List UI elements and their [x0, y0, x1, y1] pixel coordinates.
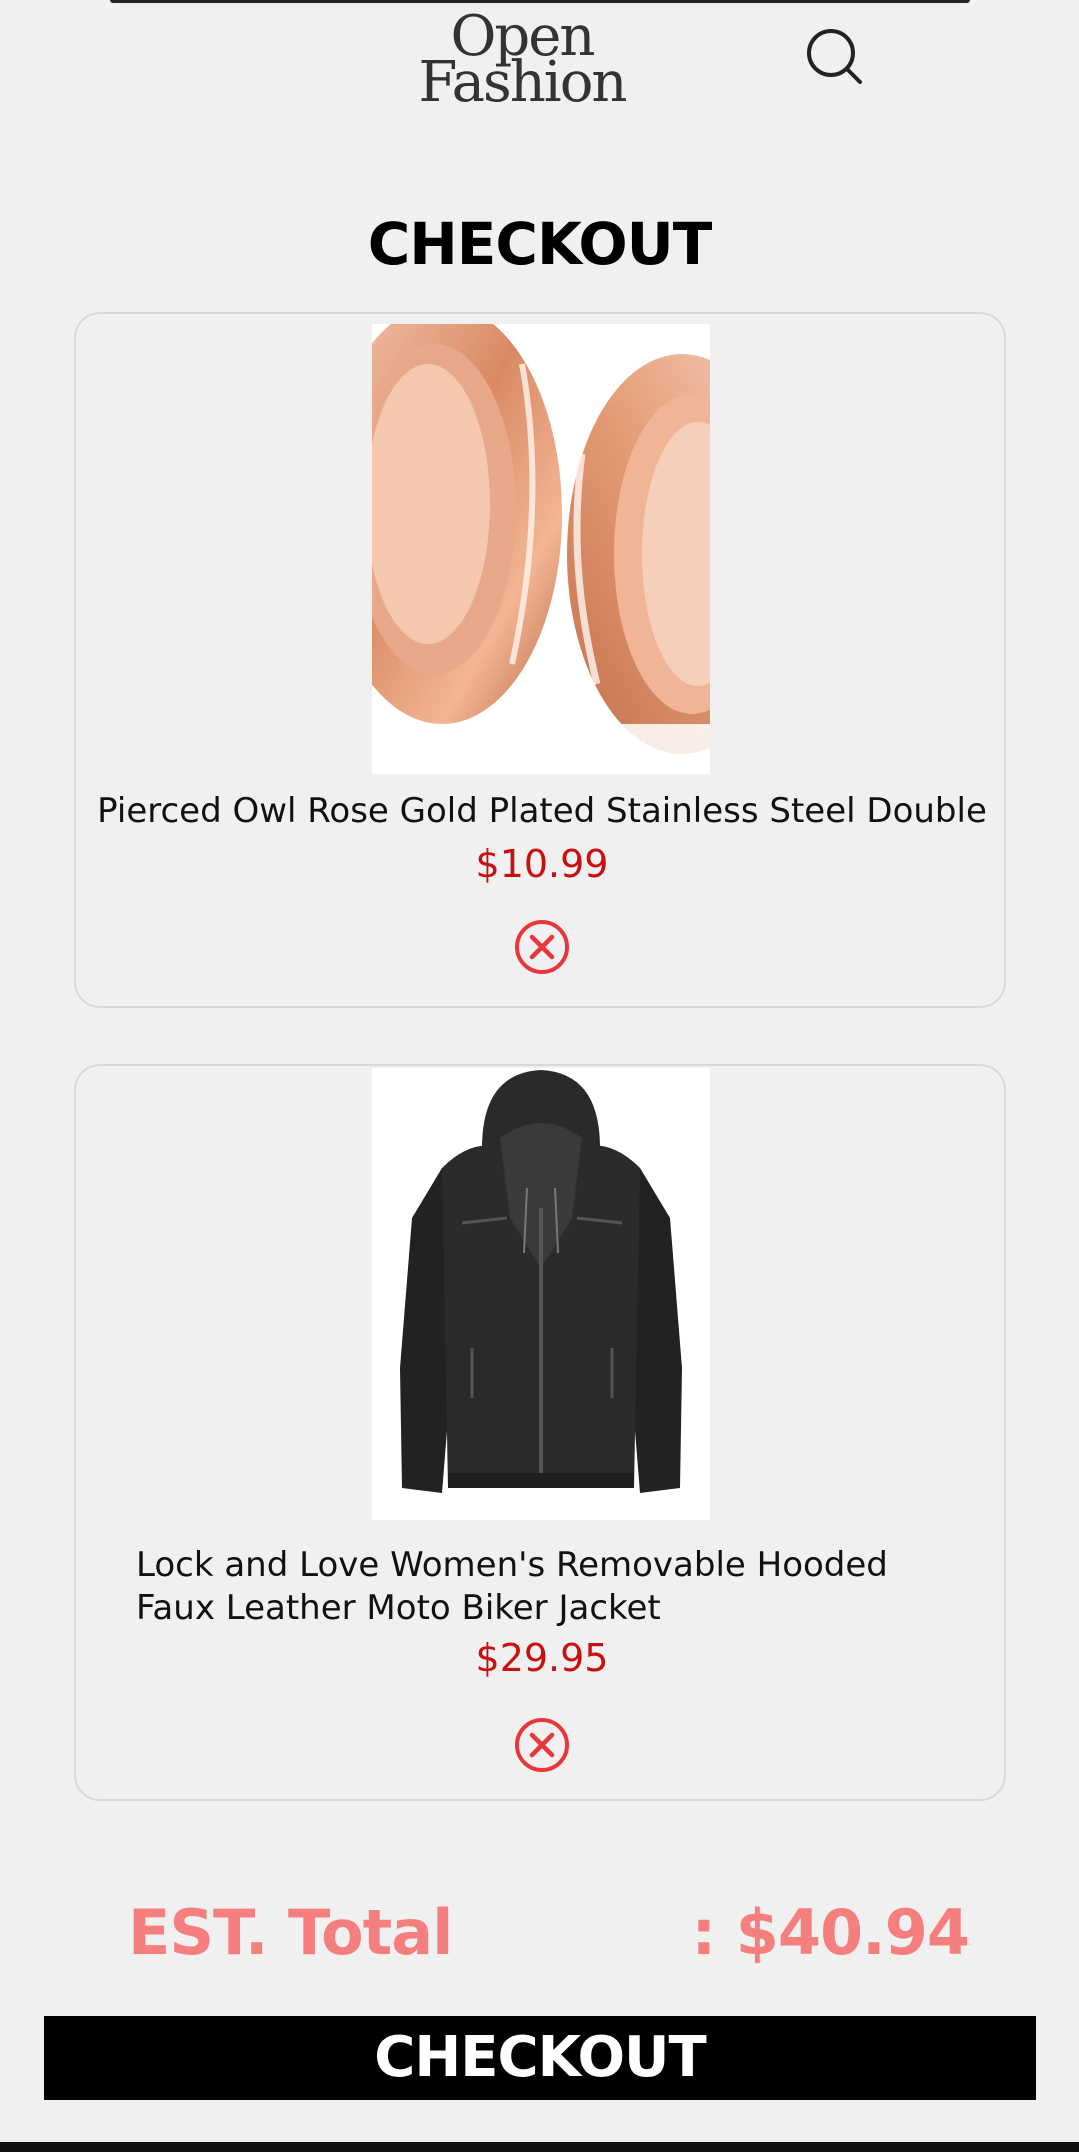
product-price: $29.95 — [475, 1636, 609, 1680]
est-total-label: EST. Total — [128, 1896, 453, 1969]
product-image-jacket[interactable] — [372, 1068, 710, 1520]
rose-gold-plugs-image — [372, 324, 710, 774]
est-total-value: : $40.94 — [691, 1896, 970, 1969]
remove-circle-x-icon — [515, 920, 569, 974]
product-title[interactable]: Pierced Owl Rose Gold Plated Stainless S… — [76, 790, 1008, 833]
product-image-rings[interactable] — [372, 324, 710, 774]
cart-item-card: Lock and Love Women's Removable Hooded F… — [74, 1064, 1006, 1801]
search-icon — [807, 29, 862, 84]
product-title[interactable]: Lock and Love Women's Removable Hooded F… — [136, 1544, 956, 1630]
bottom-edge — [0, 2142, 1079, 2152]
logo-line-fashion: Fashion — [418, 50, 628, 115]
open-fashion-logo[interactable]: Open Fashion — [408, 9, 636, 115]
leather-jacket-image — [372, 1068, 710, 1520]
remove-circle-x-icon — [515, 1718, 569, 1772]
product-price: $10.99 — [475, 842, 609, 886]
search-button[interactable] — [804, 26, 866, 88]
checkout-button[interactable]: CHECKOUT — [44, 2016, 1036, 2100]
cart-item-card: Pierced Owl Rose Gold Plated Stainless S… — [74, 312, 1006, 1008]
page-title: CHECKOUT — [367, 210, 713, 278]
remove-item-button[interactable] — [513, 1716, 571, 1774]
status-bar-edge — [110, 0, 970, 3]
remove-item-button[interactable] — [513, 918, 571, 976]
